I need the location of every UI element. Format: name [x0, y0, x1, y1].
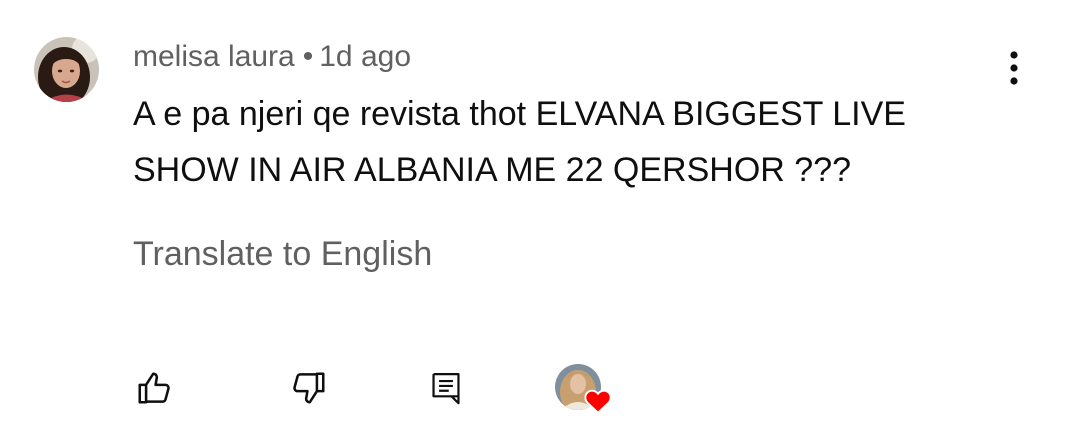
- heart-icon: [584, 389, 612, 414]
- thumbs-down-icon: [293, 372, 325, 404]
- reply-comment-icon: [432, 373, 460, 405]
- comment-time: 1d ago: [319, 40, 412, 73]
- comment-card: melisa laura • 1d ago A e pa njeri qe revi…: [0, 0, 1080, 437]
- thumbs-up-icon: [138, 372, 170, 404]
- dislike-button[interactable]: [283, 362, 335, 414]
- translate-button[interactable]: Translate to English: [133, 230, 432, 278]
- meta-separator: •: [302, 40, 314, 73]
- comment-text: A e pa njeri qe revista thot ELVANA BIGG…: [133, 95, 906, 189]
- creator-heart: [555, 364, 615, 416]
- avatar[interactable]: [34, 37, 99, 102]
- avatar-image: [34, 37, 99, 102]
- comment-menu-button[interactable]: [992, 46, 1036, 90]
- author-name[interactable]: melisa laura: [133, 40, 295, 73]
- like-button[interactable]: [128, 362, 180, 414]
- reply-button[interactable]: [420, 362, 472, 414]
- more-vertical-icon: [1010, 51, 1018, 85]
- comment-meta: melisa laura • 1d ago: [133, 38, 411, 76]
